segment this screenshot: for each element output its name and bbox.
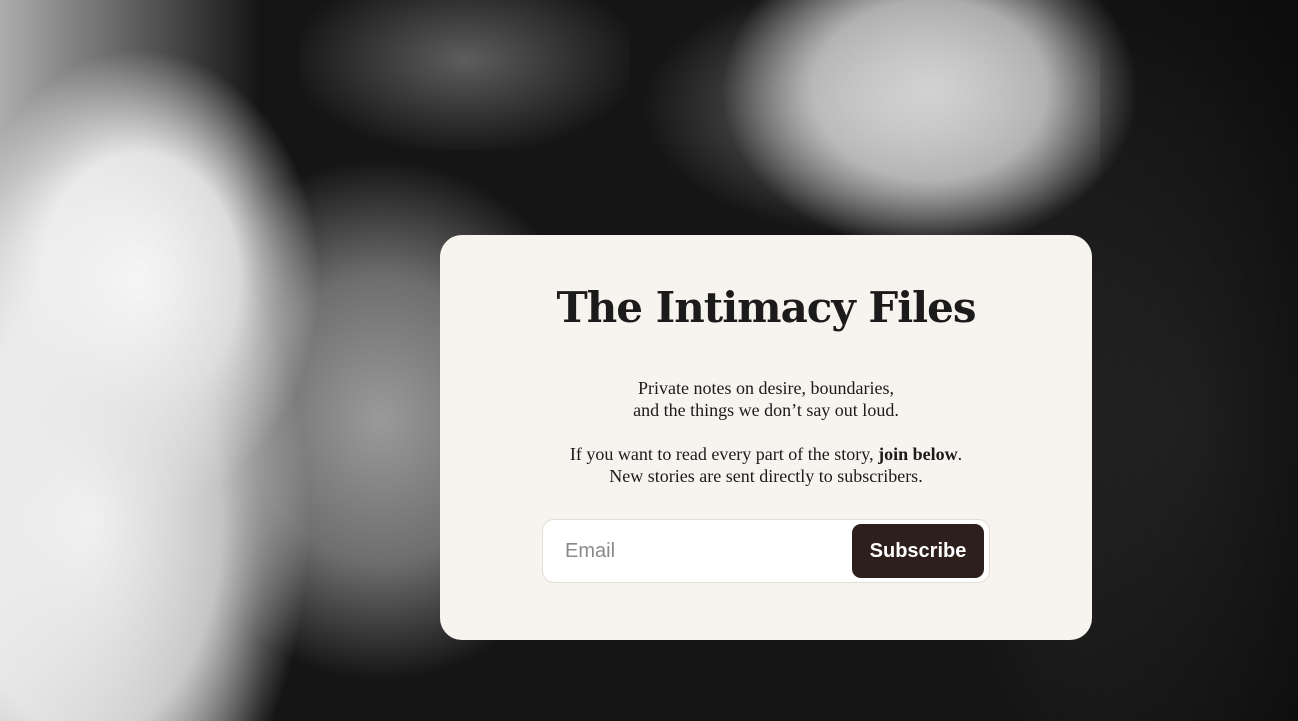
cta-line-1: If you want to read every part of the st…: [440, 443, 1092, 465]
photo-highlight-region: [640, 0, 1100, 240]
background-photo: The Intimacy Files Private notes on desi…: [0, 0, 1298, 721]
cta-bold-text: join below: [878, 444, 958, 464]
photo-shirt-highlight: [0, 0, 260, 721]
cta-suffix: .: [957, 444, 963, 464]
subscribe-button[interactable]: Subscribe: [852, 524, 984, 578]
email-field[interactable]: [543, 525, 852, 577]
cta-prefix: If you want to read every part of the st…: [569, 444, 879, 464]
photo-shadow-region: [300, 0, 630, 150]
description-line-1: Private notes on desire, boundaries,: [638, 378, 894, 398]
description-line-2: and the things we don’t say out loud.: [633, 400, 899, 420]
subscribe-form: Subscribe: [542, 519, 990, 583]
newsletter-card: The Intimacy Files Private notes on desi…: [440, 235, 1092, 640]
card-description: Private notes on desire, boundaries, and…: [440, 377, 1092, 487]
cta-line-2: New stories are sent directly to subscri…: [609, 466, 923, 486]
page-title: The Intimacy Files: [556, 283, 976, 332]
